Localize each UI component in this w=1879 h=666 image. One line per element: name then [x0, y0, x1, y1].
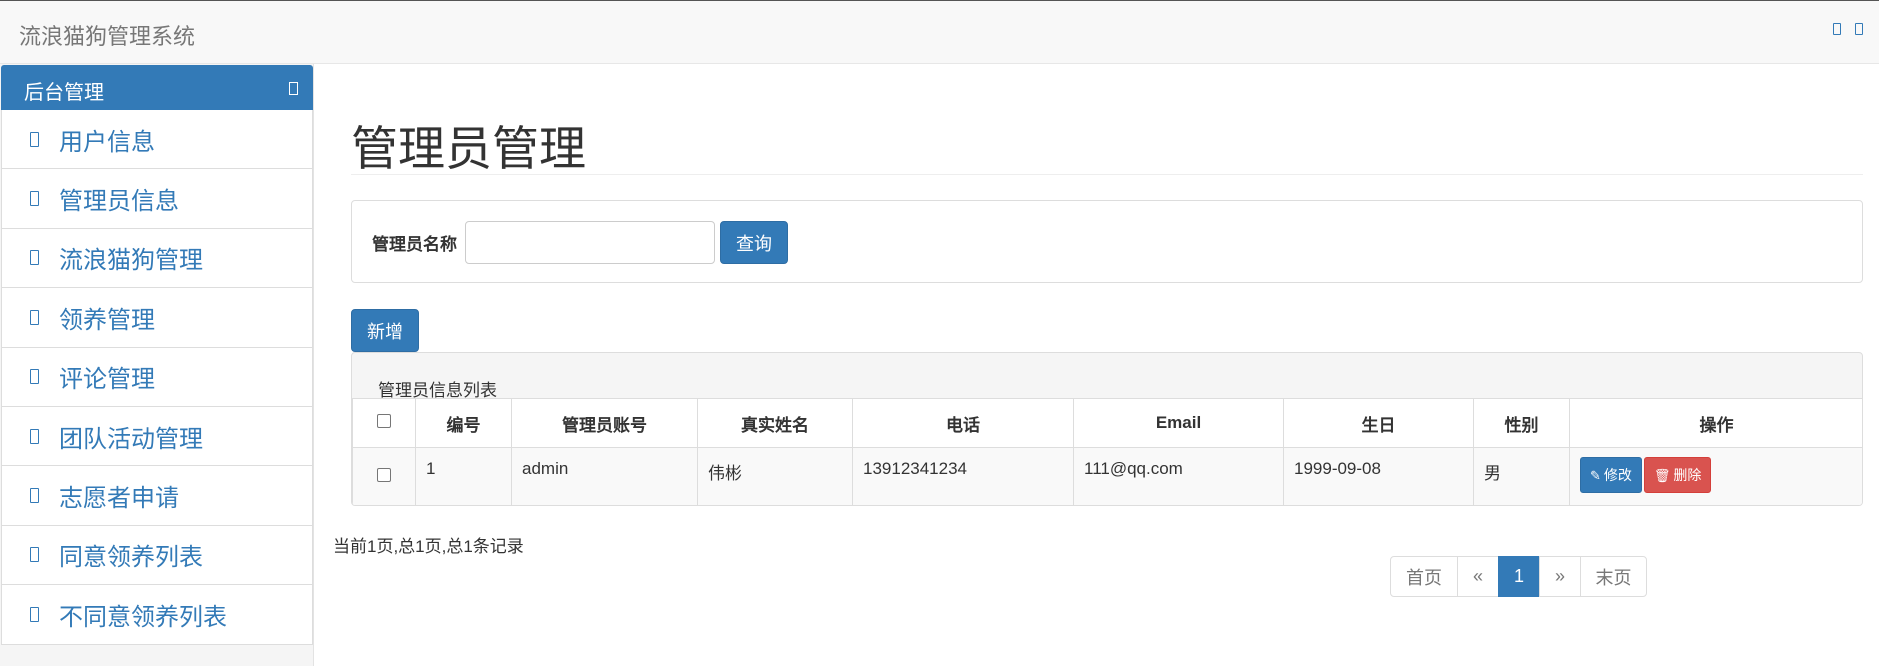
- page-number-link[interactable]: 1: [1498, 556, 1540, 597]
- delete-button[interactable]: 🗑 删除: [1643, 457, 1712, 493]
- column-header: 生日: [1283, 398, 1474, 448]
- menu-item-icon: [30, 488, 39, 504]
- column-header: Email: [1073, 398, 1284, 448]
- next-page-link[interactable]: »: [1539, 556, 1581, 597]
- cell-account: admin: [511, 447, 698, 505]
- select-all-checkbox[interactable]: [377, 414, 391, 428]
- sidebar-item-label: 志愿者申请: [59, 485, 179, 513]
- sidebar-item-label: 领养管理: [59, 306, 155, 334]
- cell-email: 111@qq.com: [1073, 447, 1284, 505]
- column-header: 管理员账号: [511, 398, 698, 448]
- admin-table-panel: 管理员信息列表 编号 管理员账号 真实姓名 电话 Email 生日 性别 操作: [351, 352, 1863, 506]
- sidebar-item-team-activities[interactable]: 团队活动管理: [1, 406, 313, 467]
- trash-icon: 🗑: [1653, 467, 1671, 483]
- top-navbar: 流浪猫狗管理系统: [0, 0, 1879, 64]
- edit-button[interactable]: ✎ 修改: [1580, 457, 1642, 493]
- menu-item-icon: [30, 131, 39, 147]
- pagination-info: 当前1页,总1页,总1条记录: [333, 537, 524, 556]
- pencil-icon: ✎: [1590, 467, 1601, 483]
- column-header: 性别: [1473, 398, 1570, 448]
- delete-label: 删除: [1673, 467, 1702, 483]
- admin-name-input[interactable]: [465, 221, 715, 264]
- cell-real-name: 伟彬: [697, 447, 853, 505]
- title-divider: [351, 174, 1863, 175]
- sidebar-item-label: 用户信息: [59, 128, 155, 156]
- sidebar-item-label: 评论管理: [59, 366, 155, 394]
- sidebar-item-label: 不同意领养列表: [59, 603, 227, 631]
- cell-gender: 男: [1473, 447, 1570, 505]
- cell-id: 1: [415, 447, 512, 505]
- row-select-cell: [352, 447, 416, 505]
- sidebar-item-user-info[interactable]: 用户信息: [1, 110, 313, 170]
- pagination: 首页 « 1 » 末页: [1390, 556, 1647, 597]
- sidebar-header-title: 后台管理: [24, 82, 104, 104]
- menu-item-icon: [30, 250, 39, 266]
- menu-item-icon: [30, 309, 39, 325]
- sidebar-item-label: 流浪猫狗管理: [59, 247, 203, 275]
- app-title[interactable]: 流浪猫狗管理系统: [19, 19, 195, 51]
- sidebar-header[interactable]: 后台管理: [1, 65, 313, 110]
- sidebar-item-volunteer-applications[interactable]: 志愿者申请: [1, 466, 313, 526]
- add-button[interactable]: 新增: [351, 309, 419, 352]
- last-page-link[interactable]: 末页: [1580, 556, 1647, 597]
- sidebar-item-rejected-adoptions[interactable]: 不同意领养列表: [1, 585, 313, 645]
- column-header: 电话: [852, 398, 1074, 448]
- sidebar-item-label: 管理员信息: [59, 188, 179, 216]
- user-icon[interactable]: [1833, 23, 1841, 35]
- logout-icon[interactable]: [1855, 23, 1863, 35]
- menu-item-icon: [30, 428, 39, 444]
- sidebar-nav: 用户信息 管理员信息 流浪猫狗管理 领养管理 评论管理 团队活动管理 志愿者申请: [1, 110, 313, 645]
- menu-item-icon: [30, 547, 39, 563]
- column-header: 操作: [1569, 398, 1862, 448]
- edit-label: 修改: [1603, 467, 1632, 483]
- sidebar-item-admin-info[interactable]: 管理员信息: [1, 169, 313, 229]
- admin-table: 编号 管理员账号 真实姓名 电话 Email 生日 性别 操作 1 admin: [352, 398, 1862, 505]
- sidebar: 后台管理 用户信息 管理员信息 流浪猫狗管理 领养管理 评论管理 团队活动管理: [0, 64, 314, 666]
- search-form: 管理员名称 查询: [351, 200, 1863, 283]
- collapse-icon[interactable]: [289, 82, 298, 95]
- table-row: 1 admin 伟彬 13912341234 111@qq.com 1999-0…: [352, 447, 1862, 505]
- menu-item-icon: [30, 191, 39, 207]
- prev-page-link[interactable]: «: [1457, 556, 1499, 597]
- top-icons: [1833, 23, 1863, 35]
- select-all-header: [352, 398, 416, 448]
- sidebar-item-comments[interactable]: 评论管理: [1, 347, 313, 407]
- sidebar-item-stray-animals[interactable]: 流浪猫狗管理: [1, 228, 313, 289]
- column-header: 编号: [415, 398, 512, 448]
- cell-actions: ✎ 修改 🗑 删除: [1569, 447, 1862, 505]
- row-checkbox[interactable]: [377, 468, 391, 482]
- sidebar-item-adoption[interactable]: 领养管理: [1, 288, 313, 348]
- first-page-link[interactable]: 首页: [1390, 556, 1458, 597]
- cell-birthday: 1999-09-08: [1283, 447, 1474, 505]
- sidebar-item-approved-adoptions[interactable]: 同意领养列表: [1, 525, 313, 586]
- column-header: 真实姓名: [697, 398, 853, 448]
- menu-item-icon: [30, 369, 39, 385]
- menu-item-icon: [30, 606, 39, 622]
- sidebar-item-label: 团队活动管理: [59, 425, 203, 453]
- query-button[interactable]: 查询: [720, 221, 788, 264]
- sidebar-item-label: 同意领养列表: [59, 544, 203, 572]
- page-title: 管理员管理: [351, 122, 586, 175]
- table-header-row: 编号 管理员账号 真实姓名 电话 Email 生日 性别 操作: [352, 398, 1862, 448]
- search-label: 管理员名称: [372, 235, 457, 254]
- cell-phone: 13912341234: [852, 447, 1074, 505]
